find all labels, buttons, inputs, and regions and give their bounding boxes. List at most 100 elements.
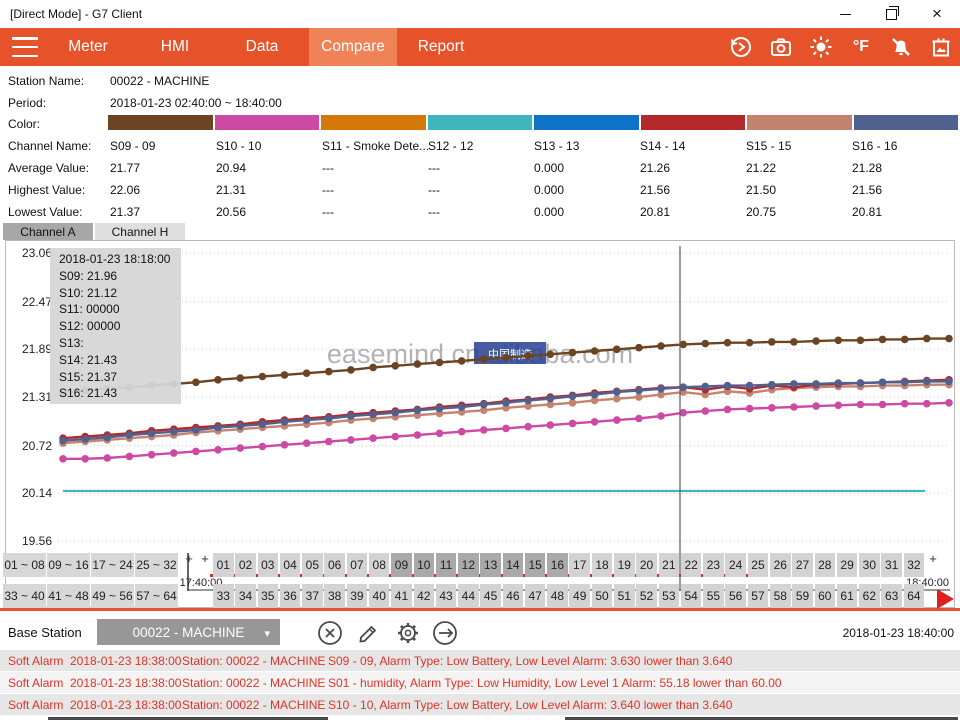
channel-button-10[interactable]: 10 <box>414 553 435 577</box>
channel-button-55[interactable]: 55 <box>703 584 724 608</box>
channel-button-29[interactable]: 29 <box>837 553 858 577</box>
channel-button-40[interactable]: 40 <box>369 584 390 608</box>
channel-button-63[interactable]: 63 <box>881 584 902 608</box>
nav-item-hmi[interactable]: HMI <box>135 28 215 66</box>
channel-button-19[interactable]: 19 <box>614 553 635 577</box>
nav-item-meter[interactable]: Meter <box>48 28 128 66</box>
channel-button-21[interactable]: 21 <box>659 553 680 577</box>
channel-button-60[interactable]: 60 <box>815 584 836 608</box>
channel-button-13[interactable]: 13 <box>480 553 501 577</box>
channel-button-12[interactable]: 12 <box>458 553 479 577</box>
channel-button-05[interactable]: 05 <box>302 553 323 577</box>
restore-button[interactable] <box>868 0 914 28</box>
channel-button-02[interactable]: 02 <box>235 553 256 577</box>
channel-button-34[interactable]: 34 <box>235 584 256 608</box>
channel-button-20[interactable]: 20 <box>636 553 657 577</box>
channel-button-31[interactable]: 31 <box>881 553 902 577</box>
nav-item-report[interactable]: Report <box>397 28 485 66</box>
hamburger-menu-icon[interactable] <box>12 37 38 57</box>
expand-groups-button[interactable]: + <box>182 552 196 568</box>
channel-button-22[interactable]: 22 <box>681 553 702 577</box>
channel-button-57[interactable]: 57 <box>748 584 769 608</box>
channel-group-button[interactable]: 57 ~ 64 <box>135 584 178 608</box>
alarm-row[interactable]: Soft Alarm2018-01-23 18:38:00Station: 00… <box>0 694 960 715</box>
channel-button-35[interactable]: 35 <box>258 584 279 608</box>
channel-group-button[interactable]: 25 ~ 32 <box>135 553 178 577</box>
expand-right-button[interactable]: + <box>926 552 940 568</box>
export-arrow-icon[interactable] <box>432 620 458 646</box>
nav-item-compare[interactable]: Compare <box>309 28 397 66</box>
mute-alarm-icon[interactable] <box>888 34 914 60</box>
delete-image-icon[interactable] <box>928 34 954 60</box>
channel-button-41[interactable]: 41 <box>391 584 412 608</box>
alarm-row[interactable]: Soft Alarm2018-01-23 18:38:00Station: 00… <box>0 650 960 671</box>
advance-arrow-button[interactable] <box>937 589 954 609</box>
temperature-unit-icon[interactable]: °F <box>848 34 874 60</box>
settings-gear-icon[interactable] <box>395 620 421 646</box>
channel-button-61[interactable]: 61 <box>837 584 858 608</box>
channel-button-06[interactable]: 06 <box>324 553 345 577</box>
channel-button-11[interactable]: 11 <box>436 553 457 577</box>
channel-button-30[interactable]: 30 <box>859 553 880 577</box>
channel-button-47[interactable]: 47 <box>525 584 546 608</box>
channel-button-38[interactable]: 38 <box>324 584 345 608</box>
tab-channel-a[interactable]: Channel A <box>3 223 93 240</box>
channel-button-08[interactable]: 08 <box>369 553 390 577</box>
close-button[interactable]: × <box>914 0 960 28</box>
channel-button-58[interactable]: 58 <box>770 584 791 608</box>
channel-button-28[interactable]: 28 <box>815 553 836 577</box>
channel-button-53[interactable]: 53 <box>659 584 680 608</box>
channel-button-32[interactable]: 32 <box>904 553 925 577</box>
channel-button-04[interactable]: 04 <box>280 553 301 577</box>
channel-button-23[interactable]: 23 <box>703 553 724 577</box>
channel-button-07[interactable]: 07 <box>347 553 368 577</box>
channel-button-25[interactable]: 25 <box>748 553 769 577</box>
channel-button-52[interactable]: 52 <box>636 584 657 608</box>
channel-button-50[interactable]: 50 <box>592 584 613 608</box>
channel-button-17[interactable]: 17 <box>569 553 590 577</box>
channel-button-33[interactable]: 33 <box>213 584 234 608</box>
channel-group-button[interactable]: 01 ~ 08 <box>3 553 46 577</box>
cancel-circle-icon[interactable] <box>317 620 343 646</box>
channel-button-26[interactable]: 26 <box>770 553 791 577</box>
camera-icon[interactable] <box>768 34 794 60</box>
edit-pencil-icon[interactable] <box>356 620 382 646</box>
alarm-row[interactable]: Soft Alarm2018-01-23 18:38:00Station: 00… <box>0 672 960 693</box>
channel-button-51[interactable]: 51 <box>614 584 635 608</box>
channel-button-48[interactable]: 48 <box>547 584 568 608</box>
channel-button-03[interactable]: 03 <box>258 553 279 577</box>
channel-button-36[interactable]: 36 <box>280 584 301 608</box>
sync-icon[interactable] <box>728 34 754 60</box>
channel-group-button[interactable]: 17 ~ 24 <box>91 553 134 577</box>
channel-button-56[interactable]: 56 <box>725 584 746 608</box>
channel-group-button[interactable]: 33 ~ 40 <box>3 584 46 608</box>
minimize-button[interactable] <box>822 0 868 28</box>
channel-button-37[interactable]: 37 <box>302 584 323 608</box>
nav-item-data[interactable]: Data <box>222 28 302 66</box>
expand-left-button[interactable]: + <box>198 552 212 568</box>
base-station-dropdown[interactable]: 00022 - MACHINE ▾ <box>97 619 280 645</box>
brightness-icon[interactable] <box>808 34 834 60</box>
channel-button-18[interactable]: 18 <box>592 553 613 577</box>
channel-button-49[interactable]: 49 <box>569 584 590 608</box>
channel-button-54[interactable]: 54 <box>681 584 702 608</box>
tab-channel-h[interactable]: Channel H <box>95 223 185 240</box>
channel-button-43[interactable]: 43 <box>436 584 457 608</box>
channel-button-46[interactable]: 46 <box>503 584 524 608</box>
channel-button-42[interactable]: 42 <box>414 584 435 608</box>
channel-button-09[interactable]: 09 <box>391 553 412 577</box>
channel-button-16[interactable]: 16 <box>547 553 568 577</box>
channel-group-button[interactable]: 09 ~ 16 <box>47 553 90 577</box>
channel-button-01[interactable]: 01 <box>213 553 234 577</box>
channel-button-45[interactable]: 45 <box>480 584 501 608</box>
channel-button-39[interactable]: 39 <box>347 584 368 608</box>
channel-group-button[interactable]: 49 ~ 56 <box>91 584 134 608</box>
channel-button-27[interactable]: 27 <box>792 553 813 577</box>
channel-button-64[interactable]: 64 <box>904 584 925 608</box>
channel-button-44[interactable]: 44 <box>458 584 479 608</box>
channel-button-14[interactable]: 14 <box>503 553 524 577</box>
channel-button-24[interactable]: 24 <box>725 553 746 577</box>
channel-group-button[interactable]: 41 ~ 48 <box>47 584 90 608</box>
channel-button-62[interactable]: 62 <box>859 584 880 608</box>
channel-button-59[interactable]: 59 <box>792 584 813 608</box>
